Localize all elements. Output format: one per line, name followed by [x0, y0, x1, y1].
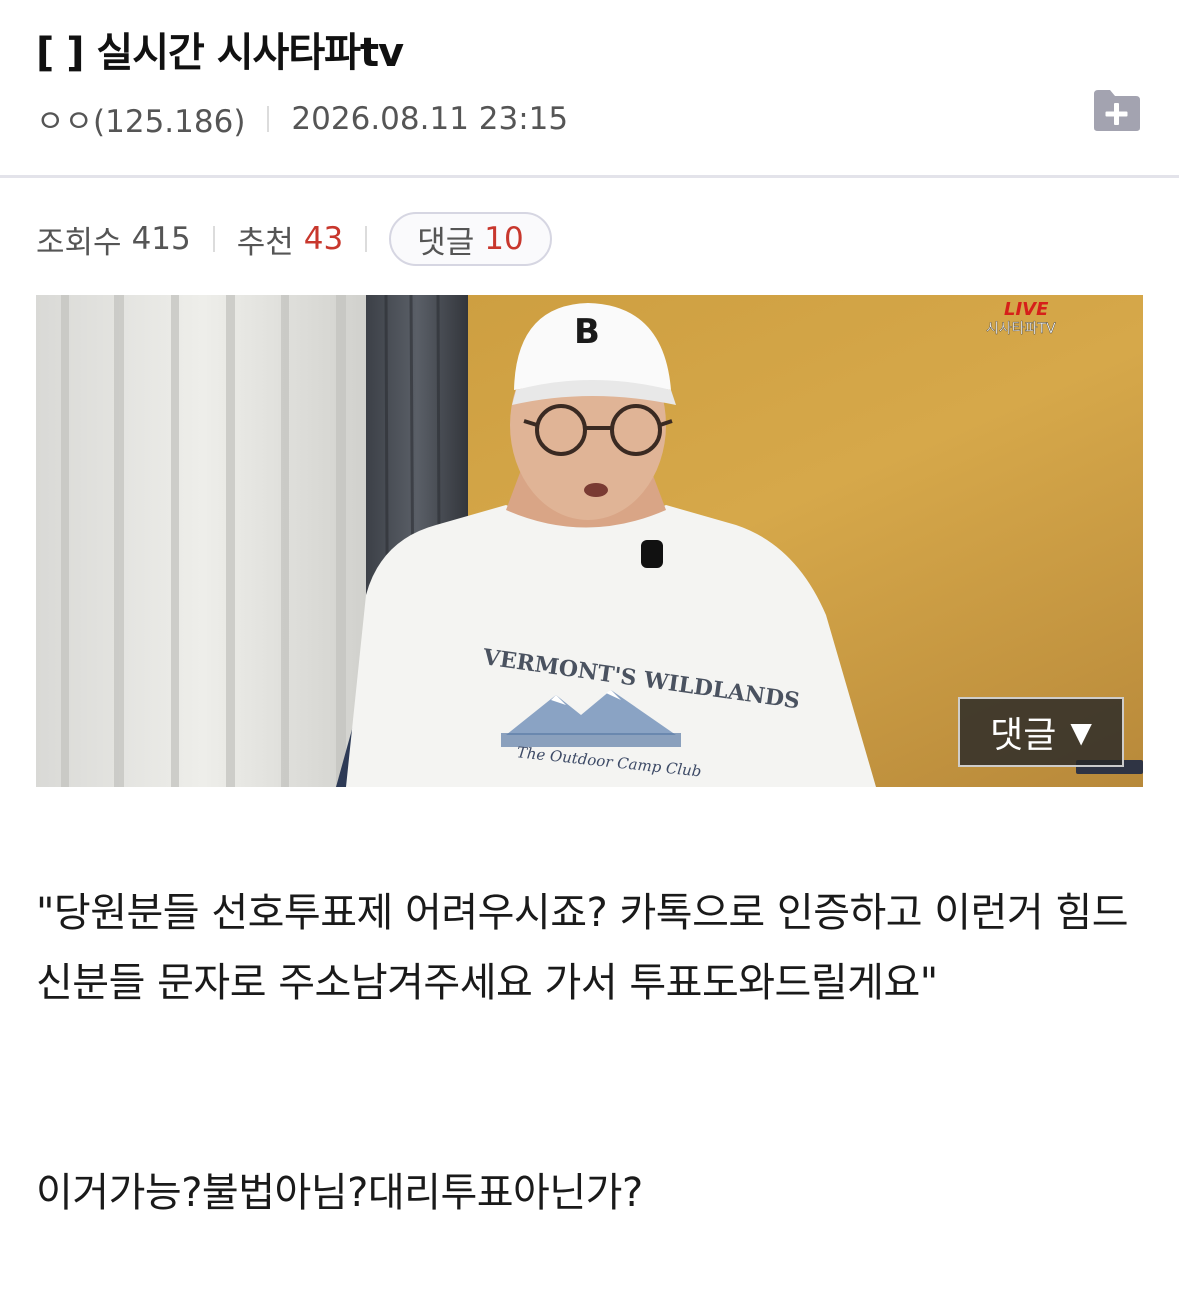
stats-divider	[365, 226, 368, 252]
comment-toggle-label: 댓글	[990, 715, 1057, 756]
body-paragraph: 이거가능?불법아님?대리투표아닌가?	[36, 1170, 643, 1216]
recommend-label: 추천	[236, 224, 294, 261]
svg-text:B: B	[574, 312, 600, 352]
body-paragraph: "당원분들 선호투표제 어려우시죠? 카톡으로 인증하고 이런거 힘드신분들 문…	[36, 890, 1129, 1006]
post-datetime: 2026.08.11 23:15	[291, 100, 569, 137]
post-body: "당원분들 선호투표제 어려우시죠? 카톡으로 인증하고 이런거 힘드신분들 문…	[36, 878, 1146, 1228]
comments-button[interactable]: 댓글 10	[389, 212, 552, 266]
folder-plus-icon[interactable]	[1090, 88, 1142, 132]
post-stats: 조회수 415 추천 43 댓글 10	[36, 212, 552, 266]
post-title: [ ] 실시간 시사타파tv	[36, 30, 404, 76]
author-name[interactable]: ㅇㅇ(125.186)	[36, 96, 245, 141]
comments-count: 10	[484, 221, 524, 257]
views-count: 415	[131, 221, 191, 257]
meta-divider	[267, 105, 270, 132]
views-label: 조회수	[36, 224, 122, 261]
stats-divider	[212, 226, 215, 252]
comment-toggle-button[interactable]: 댓글 ▼	[958, 697, 1124, 767]
comments-label: 댓글	[417, 224, 475, 261]
header-divider	[0, 175, 1179, 178]
channel-watermark: 시사타파TV	[986, 321, 1056, 337]
recommend-count: 43	[303, 221, 344, 257]
triangle-down-icon: ▼	[1070, 715, 1092, 749]
post-meta: ㅇㅇ(125.186) 2026.08.11 23:15	[36, 96, 568, 141]
live-badge: LIVE	[1004, 299, 1049, 320]
